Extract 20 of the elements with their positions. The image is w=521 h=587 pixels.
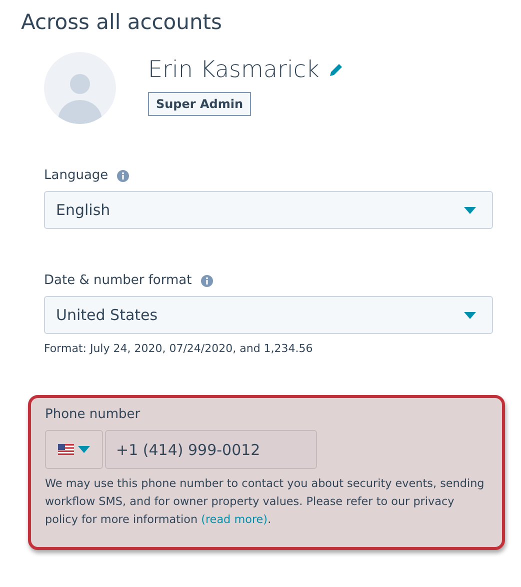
field-label: Phone number — [45, 407, 142, 422]
country-select[interactable] — [45, 430, 103, 469]
phone-input[interactable]: +1 (414) 999-0012 — [105, 430, 317, 469]
field-label: Date & number format — [44, 273, 192, 288]
caret-icon — [464, 206, 476, 214]
dropdown-select[interactable]: United States — [44, 296, 493, 334]
flag-icon — [58, 444, 74, 455]
pencil-icon[interactable] — [329, 63, 344, 77]
caret-icon — [464, 312, 476, 318]
avatar-icon — [44, 52, 116, 124]
dropdown-select[interactable]: English — [44, 191, 493, 229]
field-label: Language — [44, 168, 108, 183]
help-text: We may use this phone number to contact you about security events, sending workflow SMS, and for owner property values. Please refer to our privacy policy for more information (read more). — [45, 476, 486, 528]
info-icon[interactable] — [200, 274, 213, 286]
role-badge: Super Admin — [148, 92, 252, 116]
user-name: Erin Kasmarick — [148, 57, 320, 83]
format-hint: Format: July 24, 2020, 07/24/2020, and 1,234.56 — [44, 342, 314, 355]
info-icon[interactable] — [117, 170, 130, 182]
page-heading: Across all accounts — [21, 9, 223, 36]
caret-icon — [78, 446, 90, 453]
